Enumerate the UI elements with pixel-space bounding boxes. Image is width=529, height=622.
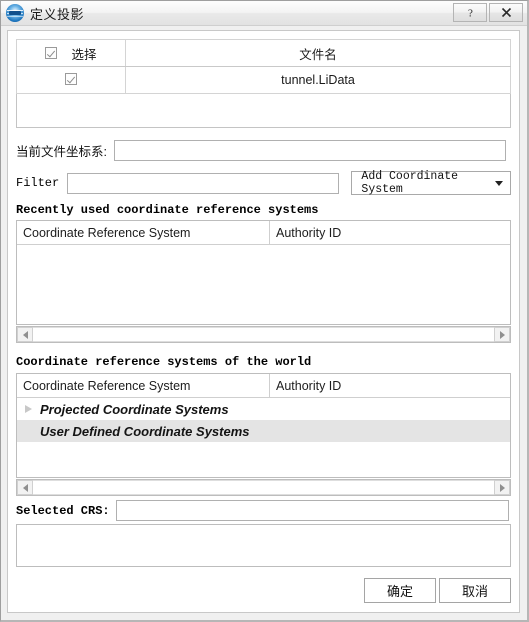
title-bar: 定义投影 ? [1, 1, 527, 26]
file-name-value: tunnel.LiData [281, 73, 355, 87]
scroll-left-arrow-icon[interactable] [17, 480, 33, 495]
column-header-filename: 文件名 [299, 47, 337, 62]
svg-text:?: ? [468, 7, 473, 19]
world-list-body[interactable]: Projected Coordinate Systems User Define… [17, 398, 510, 477]
filter-input[interactable] [67, 172, 340, 194]
world-column-authority: Authority ID [276, 378, 342, 393]
help-button[interactable]: ? [453, 3, 487, 22]
file-table-header-row: 选择 文件名 [16, 39, 511, 67]
recent-crs-list[interactable]: Coordinate Reference System Authority ID [16, 220, 511, 325]
world-list-header: Coordinate Reference System Authority ID [17, 374, 510, 398]
world-crs-tree[interactable]: Coordinate Reference System Authority ID… [16, 373, 511, 478]
row-select-cell[interactable] [16, 66, 126, 94]
dialog-button-bar: 确定 取消 [16, 578, 511, 603]
row-filename-cell: tunnel.LiData [125, 66, 511, 94]
close-button[interactable] [489, 3, 523, 22]
recent-list-header: Coordinate Reference System Authority ID [17, 221, 510, 245]
recent-column-authority: Authority ID [276, 225, 342, 240]
table-row[interactable]: tunnel.LiData [16, 66, 511, 94]
file-table-empty-area [16, 94, 511, 128]
expand-triangle-icon[interactable] [25, 405, 32, 413]
current-crs-row: 当前文件坐标系: [16, 140, 511, 161]
dialog-content: 选择 文件名 tunnel.LiData 当前文件坐标系: Filter Add… [7, 30, 520, 613]
file-table-header-filename: 文件名 [125, 39, 511, 67]
column-header-select: 选择 [71, 47, 97, 62]
selected-crs-label: Selected CRS: [16, 503, 110, 518]
recent-list-body[interactable] [17, 245, 510, 324]
window-controls: ? [453, 3, 523, 22]
tree-item-user-defined-coordinate-systems[interactable]: User Defined Coordinate Systems [17, 420, 510, 442]
add-coordinate-system-dropdown[interactable]: Add Coordinate System [351, 170, 511, 196]
row-select-checkbox[interactable] [65, 72, 77, 85]
ok-button[interactable]: 确定 [364, 578, 436, 603]
filter-row: Filter Add Coordinate System [16, 170, 511, 196]
recent-section-title: Recently used coordinate reference syste… [16, 203, 319, 217]
scroll-left-arrow-icon[interactable] [17, 327, 33, 342]
current-crs-label: 当前文件坐标系: [16, 145, 107, 159]
dialog-inner: 选择 文件名 tunnel.LiData 当前文件坐标系: Filter Add… [16, 39, 511, 603]
file-table: 选择 文件名 tunnel.LiData [16, 39, 511, 94]
tree-item-label: User Defined Coordinate Systems [40, 423, 250, 439]
filter-label: Filter [16, 176, 60, 190]
selected-crs-row: Selected CRS: [16, 500, 511, 521]
selected-crs-input[interactable] [115, 500, 509, 521]
lidar-globe-logo-icon [6, 4, 24, 22]
scroll-track[interactable] [33, 480, 494, 495]
crs-details-box[interactable] [16, 524, 511, 567]
tree-item-label: Projected Coordinate Systems [40, 401, 229, 417]
select-all-checkbox[interactable] [45, 47, 58, 59]
scroll-right-arrow-icon[interactable] [494, 327, 510, 342]
define-projection-dialog: 定义投影 ? 选择 文件名 tunnel.LiData 当前文件坐标系: Fil… [0, 0, 529, 622]
add-coordinate-system-label: Add Coordinate System [361, 170, 459, 196]
chevron-down-icon [495, 180, 503, 186]
world-section-title: Coordinate reference systems of the worl… [16, 355, 312, 369]
world-list-hscrollbar[interactable] [16, 479, 511, 496]
current-crs-input[interactable] [113, 140, 506, 161]
cancel-button[interactable]: 取消 [439, 578, 511, 603]
tree-item-projected-coordinate-systems[interactable]: Projected Coordinate Systems [17, 398, 510, 420]
window-title: 定义投影 [30, 6, 85, 22]
world-column-crs: Coordinate Reference System [17, 374, 270, 397]
recent-list-hscrollbar[interactable] [16, 326, 511, 343]
recent-column-crs: Coordinate Reference System [17, 221, 270, 244]
file-table-header-select[interactable]: 选择 [16, 39, 126, 67]
scroll-right-arrow-icon[interactable] [494, 480, 510, 495]
scroll-track[interactable] [33, 327, 494, 342]
